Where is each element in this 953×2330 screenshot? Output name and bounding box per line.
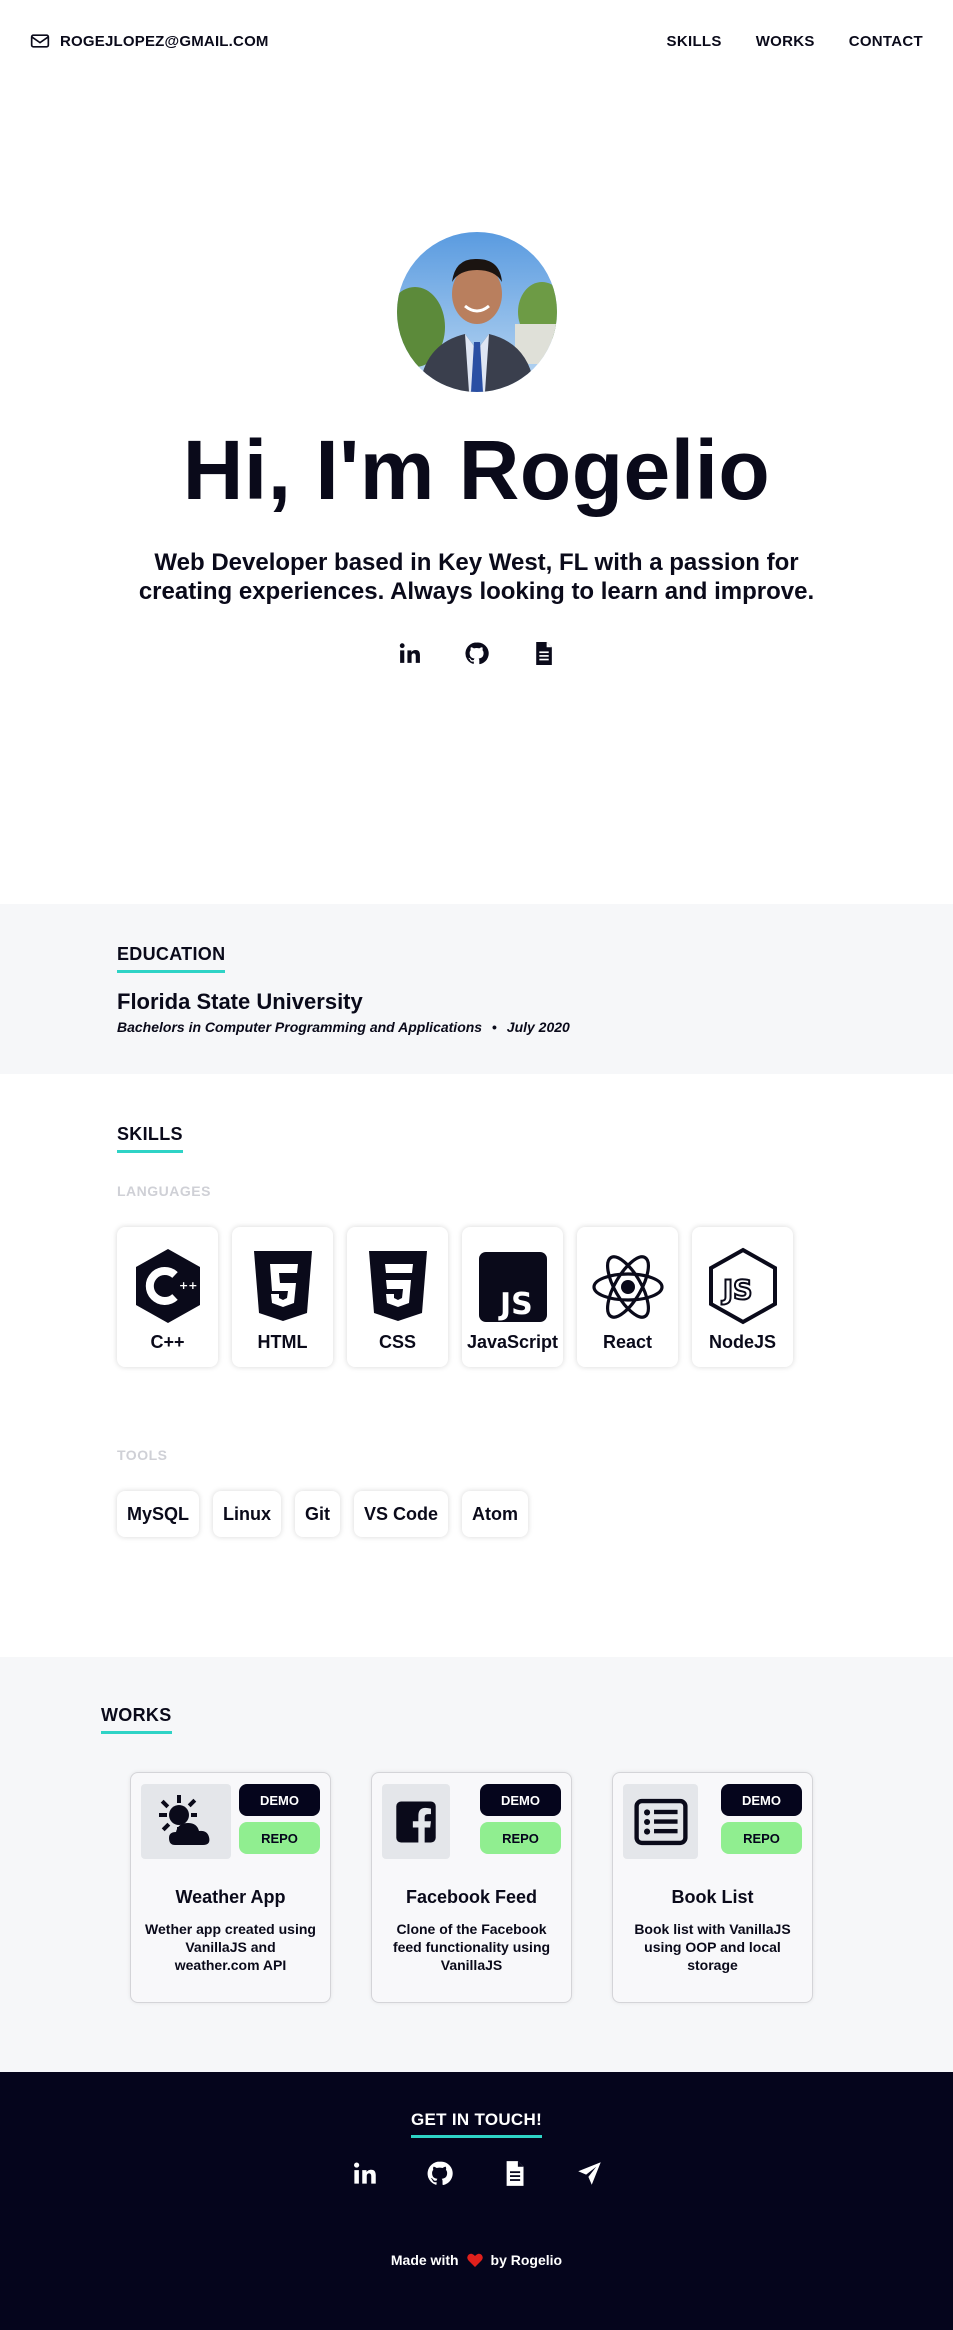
edu-separator: • [491,1019,497,1035]
skill-card-css: CSS [347,1227,448,1367]
skills-section: SKILLS LANGUAGES ++ C++ HTML CSS JS Java… [0,1074,953,1657]
skill-card-nodejs: JS NodeJS [692,1227,793,1367]
project-title: Book List [671,1887,754,1907]
education-section: EDUCATION Florida State University Bache… [0,904,953,1074]
footer-section: GET IN TOUCH! Made with by Rogelio [0,2072,953,2330]
svg-text:++: ++ [179,1279,197,1292]
project-thumb [141,1784,231,1859]
project-description: Clone of the Facebook feed functionality… [392,1921,551,1973]
list-icon [633,1798,688,1845]
works-heading: WORKS [101,1705,172,1734]
skill-label: JavaScript [466,1332,559,1352]
tool-chip-atom: Atom [462,1491,529,1537]
repo-button[interactable]: REPO [480,1822,561,1854]
tool-chip-mysql: MySQL [117,1491,200,1537]
project-thumb [623,1784,698,1859]
made-with-credit: Made with by Rogelio [391,2252,562,2268]
nav-link-contact[interactable]: CONTACT [849,33,923,50]
css3-icon [368,1251,427,1321]
react-icon [591,1255,664,1319]
document-icon[interactable] [530,640,557,667]
skill-label: C++ [150,1332,185,1352]
email-link[interactable]: ROGEJLOPEZ@GMAIL.COM [30,31,269,51]
project-card-weather: DEMO REPO Weather App Wether app created… [130,1772,331,2003]
weather-icon [159,1794,210,1845]
javascript-icon: JS [478,1252,547,1322]
repo-button[interactable]: REPO [239,1822,320,1854]
languages-grid: ++ C++ HTML CSS JS JavaScript React JS N… [117,1227,953,1367]
tool-chip-git: Git [295,1491,341,1537]
skills-heading: SKILLS [117,1124,183,1153]
languages-heading: LANGUAGES [117,1183,211,1199]
html5-icon [253,1251,312,1321]
education-heading: EDUCATION [117,944,226,973]
skill-label: React [602,1332,653,1352]
svg-text:JS: JS [721,1275,753,1306]
skill-card-html: HTML [232,1227,333,1367]
tool-chip-linux: Linux [213,1491,282,1537]
github-icon[interactable] [463,640,490,667]
hero-title: Hi, I'm Rogelio [182,423,771,517]
project-card-facebook: DEMO REPO Facebook Feed Clone of the Fac… [371,1772,572,2003]
tool-chip-vscode: VS Code [354,1491,449,1537]
made-with-suffix: by Rogelio [490,2252,563,2268]
send-icon[interactable] [576,2160,603,2192]
skill-card-cplusplus: ++ C++ [117,1227,218,1367]
skill-label: CSS [378,1332,416,1352]
edu-detail: Bachelors in Computer Programming and Ap… [117,1019,953,1035]
project-description: Wether app created using VanillaJS and w… [145,1921,316,1973]
skill-label: NodeJS [708,1332,777,1352]
nav-link-works[interactable]: WORKS [756,33,815,50]
svg-text:JS: JS [498,1287,533,1322]
edu-date: July 2020 [506,1019,570,1035]
avatar [396,232,557,392]
demo-button[interactable]: DEMO [721,1784,802,1816]
heart-icon [466,2253,483,2267]
email-text: ROGEJLOPEZ@GMAIL.COM [60,32,269,50]
works-grid: DEMO REPO Weather App Wether app created… [101,1772,953,2003]
demo-button[interactable]: DEMO [480,1784,561,1816]
made-with-prefix: Made with [390,2252,459,2268]
edu-school: Florida State University [117,989,363,1014]
github-icon[interactable] [426,2160,453,2192]
nodejs-icon: JS [708,1247,777,1325]
project-description: Book list with VanillaJS using OOP and l… [634,1921,791,1973]
facebook-icon [396,1801,436,1842]
hero-socials [396,640,557,667]
tools-row: MySQL Linux Git VS Code Atom [117,1491,953,1537]
skill-card-javascript: JS JavaScript [462,1227,563,1367]
linkedin-icon[interactable] [351,2160,378,2192]
project-card-booklist: DEMO REPO Book List Book list with Vanil… [612,1772,813,2003]
skill-card-react: React [577,1227,678,1367]
cplusplus-icon: ++ [135,1249,200,1323]
top-nav: ROGEJLOPEZ@GMAIL.COM SKILLS WORKS CONTAC… [0,0,953,82]
tools-heading: TOOLS [117,1447,168,1463]
linkedin-icon[interactable] [396,640,423,667]
works-section: WORKS DEMO REPO Weather App Wether app c… [0,1657,953,2072]
edu-degree: Bachelors in Computer Programming and Ap… [117,1019,483,1035]
nav-link-skills[interactable]: SKILLS [667,33,722,50]
project-title: Weather App [175,1887,286,1907]
hero-subtitle: Web Developer based in Key West, FL with… [138,549,815,605]
hero-section: Hi, I'm Rogelio Web Developer based in K… [0,82,953,904]
contact-heading: GET IN TOUCH! [410,2110,543,2138]
project-title: Facebook Feed [405,1887,538,1907]
document-icon[interactable] [501,2160,528,2192]
project-thumb [382,1784,450,1859]
demo-button[interactable]: DEMO [239,1784,320,1816]
mail-icon [30,34,50,48]
nav-links: SKILLS WORKS CONTACT [667,33,923,50]
repo-button[interactable]: REPO [721,1822,802,1854]
skill-label: HTML [257,1332,308,1352]
footer-socials [351,2160,603,2192]
